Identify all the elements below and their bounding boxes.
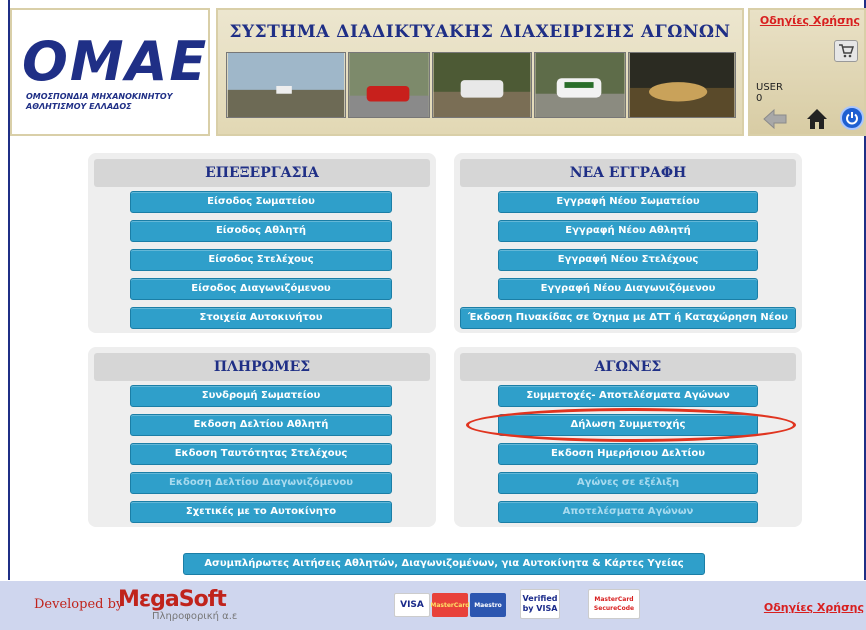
register-club-button[interactable]: Εγγραφή Νέου Σωματείου (498, 191, 758, 213)
footer: Developed by MεgaSoft Πληροφορική α.ε VI… (0, 581, 866, 630)
home-icon[interactable] (804, 106, 830, 132)
panel-payments: ΠΛΗΡΩΜΕΣ Συνδρομή Σωματείου Εκδοση Δελτί… (88, 347, 436, 527)
banner: ΣΥΣΤΗΜΑ ΔΙΑΔΙΚΤΥΑΚΗΣ ΔΙΑΧΕΙΡΙΣΗΣ ΑΓΩΝΩΝ (216, 8, 744, 136)
rally-photo-5 (628, 52, 736, 118)
official-id-button[interactable]: Εκδοση Ταυτότητας Στελέχους (130, 443, 392, 465)
official-entry-button[interactable]: Είσοδος Στελέχους (130, 249, 392, 271)
club-subscription-button[interactable]: Συνδρομή Σωματείου (130, 385, 392, 407)
developed-by-label: Developed by (34, 597, 124, 612)
panel-races: ΑΓΩΝΕΣ Συμμετοχές- Αποτελέσματα Αγώνων Δ… (454, 347, 802, 527)
competitor-card-button[interactable]: Εκδοση Δελτίου Διαγωνιζόμενου (130, 472, 392, 494)
header: OMAE ΟΜΟΣΠΟΝΔΙΑ ΜΗΧΑΝΟΚΙΝΗΤΟΥ ΑΘΛΗΤΙΣΜΟΥ… (10, 8, 866, 138)
rally-photo-2 (348, 52, 430, 118)
panel-title: ΠΛΗΡΩΜΕΣ (94, 353, 430, 381)
visa-card-logo: VISA (394, 593, 430, 617)
panel-title: ΑΓΩΝΕΣ (460, 353, 796, 381)
omae-logo[interactable]: OMAE ΟΜΟΣΠΟΝΔΙΑ ΜΗΧΑΝΟΚΙΝΗΤΟΥ ΑΘΛΗΤΙΣΜΟΥ… (10, 8, 210, 136)
logo-subtitle: ΟΜΟΣΠΟΝΔΙΑ ΜΗΧΑΝΟΚΙΝΗΤΟΥ ΑΘΛΗΤΙΣΜΟΥ ΕΛΛΑ… (26, 92, 173, 111)
register-competitor-button[interactable]: Εγγραφή Νέου Διαγωνιζόμενου (498, 278, 758, 300)
panel-title: ΕΠΕΞΕΡΓΑΣΙΑ (94, 159, 430, 187)
club-entry-button[interactable]: Είσοδος Σωματείου (130, 191, 392, 213)
athlete-card-button[interactable]: Εκδοση Δελτίου Αθλητή (130, 414, 392, 436)
rally-photo-1 (226, 52, 346, 118)
race-results-button[interactable]: Συμμετοχές- Αποτελέσματα Αγώνων (498, 385, 758, 407)
rally-photo-3 (432, 52, 532, 118)
daily-bulletin-button[interactable]: Εκδοση Ημερήσιου Δελτίου (498, 443, 758, 465)
cart-icon[interactable] (834, 40, 858, 62)
user-value: 0 (756, 93, 763, 104)
user-label: USER (756, 82, 783, 93)
race-results-final-button[interactable]: Αποτελέσματα Αγώνων (498, 501, 758, 523)
user-box: Οδηγίες Χρήσης USER 0 (748, 8, 866, 136)
panel-title: ΝΕΑ ΕΓΓΡΑΦΗ (460, 159, 796, 187)
car-details-button[interactable]: Στοιχεία Αυτοκινήτου (130, 307, 392, 329)
maestro-logo: Maestro (470, 593, 506, 617)
help-link[interactable]: Οδηγίες Χρήσης (760, 14, 860, 27)
back-arrow-icon[interactable] (762, 108, 788, 130)
megasoft-logo[interactable]: MεgaSoft Πληροφορική α.ε (118, 587, 268, 625)
races-in-progress-button[interactable]: Αγώνες σε εξέλιξη (498, 472, 758, 494)
rally-photo-4 (534, 52, 626, 118)
athlete-entry-button[interactable]: Είσοδος Αθλητή (130, 220, 392, 242)
register-athlete-button[interactable]: Εγγραφή Νέου Αθλητή (498, 220, 758, 242)
power-icon[interactable] (840, 106, 864, 130)
logo-text: OMAE (22, 30, 209, 93)
footer-help-link[interactable]: Οδηγίες Χρήσης (764, 601, 864, 614)
megasoft-word: MεgaSoft (118, 587, 227, 612)
entry-declaration-button[interactable]: Δήλωση Συμμετοχής (498, 414, 758, 436)
panel-processing: ΕΠΕΞΕΡΓΑΣΙΑ Είσοδος Σωματείου Είσοδος Αθ… (88, 153, 436, 333)
mastercard-logo: MasterCard (430, 593, 470, 617)
car-related-button[interactable]: Σχετικές με το Αυτοκίνητο (130, 501, 392, 523)
panel-new-registration: ΝΕΑ ΕΓΓΡΑΦΗ Εγγραφή Νέου Σωματείου Εγγρα… (454, 153, 802, 333)
securecode-logo: MasterCard SecureCode (588, 589, 640, 619)
competitor-entry-button[interactable]: Είσοδος Διαγωνιζόμενου (130, 278, 392, 300)
verified-by-visa-logo: Verified by VISA (520, 589, 560, 619)
license-plate-button[interactable]: Έκδοση Πινακίδας σε Όχημα με ΔΤΤ ή Καταχ… (460, 307, 796, 329)
user-info: USER 0 (756, 82, 783, 104)
banner-title: ΣΥΣΤΗΜΑ ΔΙΑΔΙΚΤΥΑΚΗΣ ΔΙΑΧΕΙΡΙΣΗΣ ΑΓΩΝΩΝ (229, 22, 731, 42)
register-official-button[interactable]: Εγγραφή Νέου Στελέχους (498, 249, 758, 271)
incomplete-applications-button[interactable]: Ασυμπλήρωτες Αιτήσεις Αθλητών, Διαγωνιζο… (183, 553, 705, 575)
megasoft-subtitle: Πληροφορική α.ε (152, 611, 238, 622)
